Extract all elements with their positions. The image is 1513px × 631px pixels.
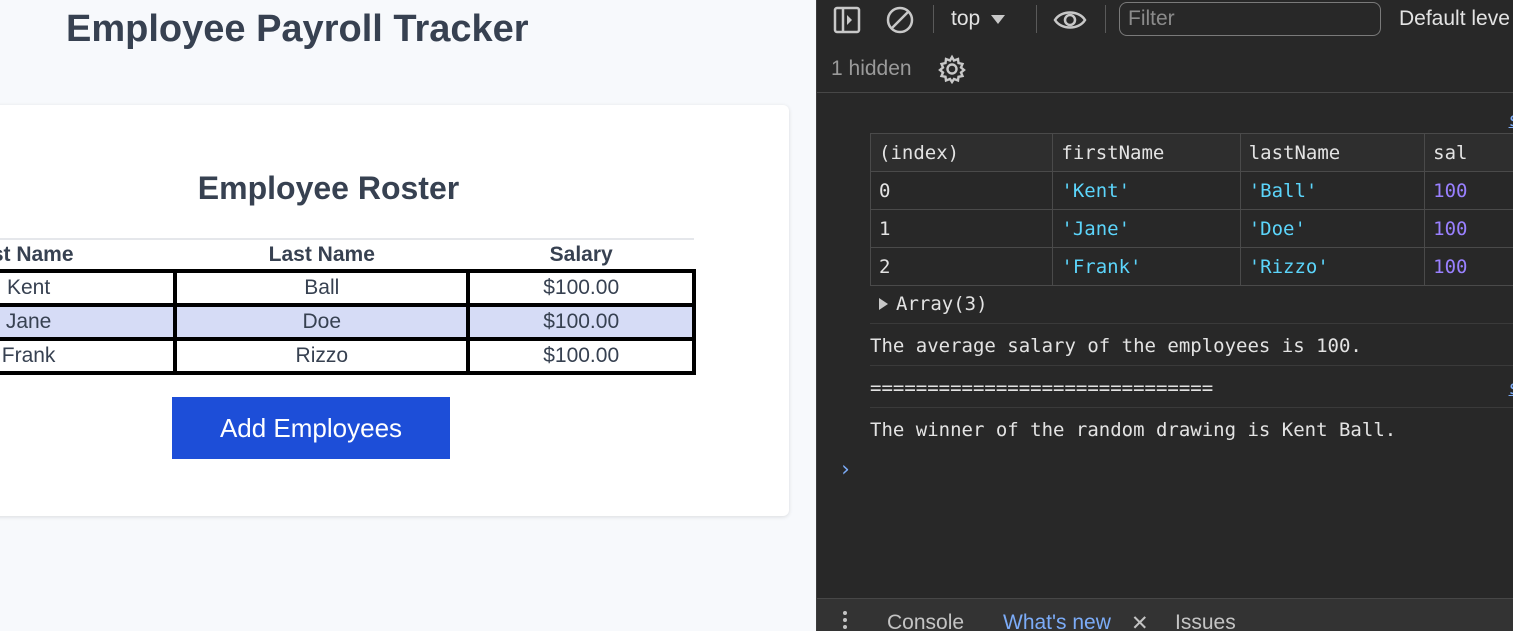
cell-salary: $100.00 [466,303,696,341]
cell-lastName: 'Rizzo' [1239,247,1426,286]
cell-salary: 100 [1424,247,1513,286]
cell-salary: $100.00 [466,269,696,307]
table-row: 2 'Frank' 'Rizzo' 100 [869,247,1513,286]
roster-title: Employee Roster [197,170,460,206]
devtools-panel: top Default leve 1 hidden s (index) [816,0,1513,631]
cell-lastName: 'Doe' [1239,209,1426,248]
console-table-header: (index) firstName lastName sal [869,133,1513,172]
expand-triangle-icon [879,298,888,310]
context-selector[interactable]: top [951,7,1006,31]
table-row: Jane Doe $100.00 [0,303,696,341]
add-employees-button[interactable]: Add Employees [172,397,450,459]
column-salary: Salary [468,238,694,271]
tab-issues[interactable]: Issues [1175,611,1236,631]
cell-first-name: Jane [0,303,178,341]
log-average-salary: The average salary of the employees is 1… [870,335,1362,357]
tab-console[interactable]: Console [887,611,964,631]
page-title: Employee Payroll Tracker [66,8,529,50]
array-expander[interactable]: Array(3) [879,293,988,315]
chevron-down-icon [991,15,1006,24]
clear-console-icon[interactable] [885,5,915,35]
employee-table-header: rst Name Last Name Salary [0,238,694,271]
array-label: Array(3) [896,293,988,315]
toolbar-divider [1105,5,1106,33]
more-options-icon[interactable] [843,611,847,629]
table-row: 0 'Kent' 'Ball' 100 [869,171,1513,210]
cell-last-name: Rizzo [173,337,471,375]
cell-index: 2 [869,247,1054,286]
cell-salary: 100 [1424,209,1513,248]
console-settings-gear-icon[interactable] [937,54,967,84]
table-row: Kent Ball $100.00 [0,269,696,307]
web-page: Employee Payroll Tracker Employee Roster… [0,0,816,631]
column-salary[interactable]: sal [1424,133,1513,172]
column-firstName[interactable]: firstName [1052,133,1241,172]
close-icon[interactable]: ✕ [1131,611,1149,631]
log-levels-dropdown[interactable]: Default leve [1399,7,1510,31]
cell-salary: 100 [1424,171,1513,210]
cell-index: 1 [869,209,1054,248]
source-link[interactable]: s [1509,109,1513,131]
cell-first-name: Frank [0,337,178,375]
source-link[interactable]: s [1509,377,1513,399]
table-row: Frank Rizzo $100.00 [0,337,696,375]
column-first-name: rst Name [0,238,176,271]
context-label: top [951,7,981,30]
cell-firstName: 'Jane' [1052,209,1241,248]
console-prompt[interactable]: › [839,457,852,481]
console-output: s (index) firstName lastName sal 0 'Kent… [817,93,1513,598]
table-row: 1 'Jane' 'Doe' 100 [869,209,1513,248]
column-last-name: Last Name [175,238,469,271]
log-divider [870,407,1513,408]
toolbar-divider [1036,5,1037,33]
log-divider [870,365,1513,366]
column-lastName[interactable]: lastName [1239,133,1426,172]
cell-first-name: Kent [0,269,178,307]
console-toolbar: top Default leve 1 hidden [817,0,1513,93]
drawer-tab-bar: Console What's new ✕ Issues [817,598,1513,631]
cell-last-name: Ball [173,269,471,307]
console-table: (index) firstName lastName sal 0 'Kent' … [869,133,1513,286]
column-index[interactable]: (index) [869,133,1054,172]
log-separator: ============================== [870,377,1214,399]
toolbar-divider [933,5,934,33]
eye-icon[interactable] [1053,6,1087,34]
sidebar-toggle-icon[interactable] [833,6,861,34]
filter-input[interactable] [1119,2,1381,36]
cell-index: 0 [869,171,1054,210]
log-divider [870,323,1513,324]
cell-last-name: Doe [173,303,471,341]
cell-firstName: 'Frank' [1052,247,1241,286]
cell-salary: $100.00 [466,337,696,375]
cell-firstName: 'Kent' [1052,171,1241,210]
cell-lastName: 'Ball' [1239,171,1426,210]
hidden-messages-count: 1 hidden [831,57,912,80]
employee-table: rst Name Last Name Salary Kent Ball $100… [0,238,696,375]
log-winner: The winner of the random drawing is Kent… [870,419,1397,441]
tab-whats-new[interactable]: What's new [1003,611,1111,631]
